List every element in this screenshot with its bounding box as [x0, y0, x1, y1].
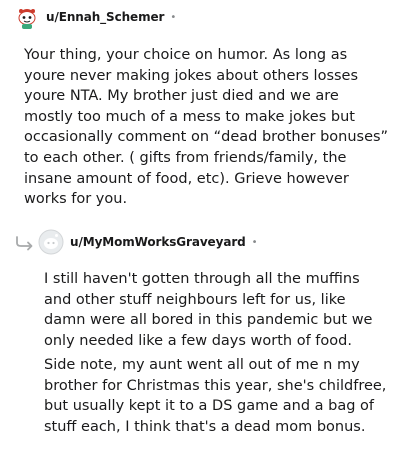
default-avatar-icon[interactable]: [38, 229, 64, 255]
comment-paragraph: I still haven't gotten through all the m…: [44, 271, 373, 349]
username-link[interactable]: u/MyMomWorksGraveyard: [70, 235, 246, 249]
meta-separator: •: [170, 11, 177, 23]
comment-body: Your thing, your choice on humor. As lon…: [24, 47, 389, 208]
comment-header: u/Ennah_Schemer •: [14, 1, 176, 33]
username-link[interactable]: u/Ennah_Schemer: [46, 10, 164, 24]
meta-separator: •: [251, 236, 258, 248]
comment-header: u/MyMomWorksGraveyard •: [14, 226, 258, 258]
comment-paragraph: Side note, my aunt went all out of me n …: [44, 357, 387, 435]
snoo-avatar-icon[interactable]: [14, 4, 40, 30]
reply-arrow-icon: [16, 236, 33, 251]
